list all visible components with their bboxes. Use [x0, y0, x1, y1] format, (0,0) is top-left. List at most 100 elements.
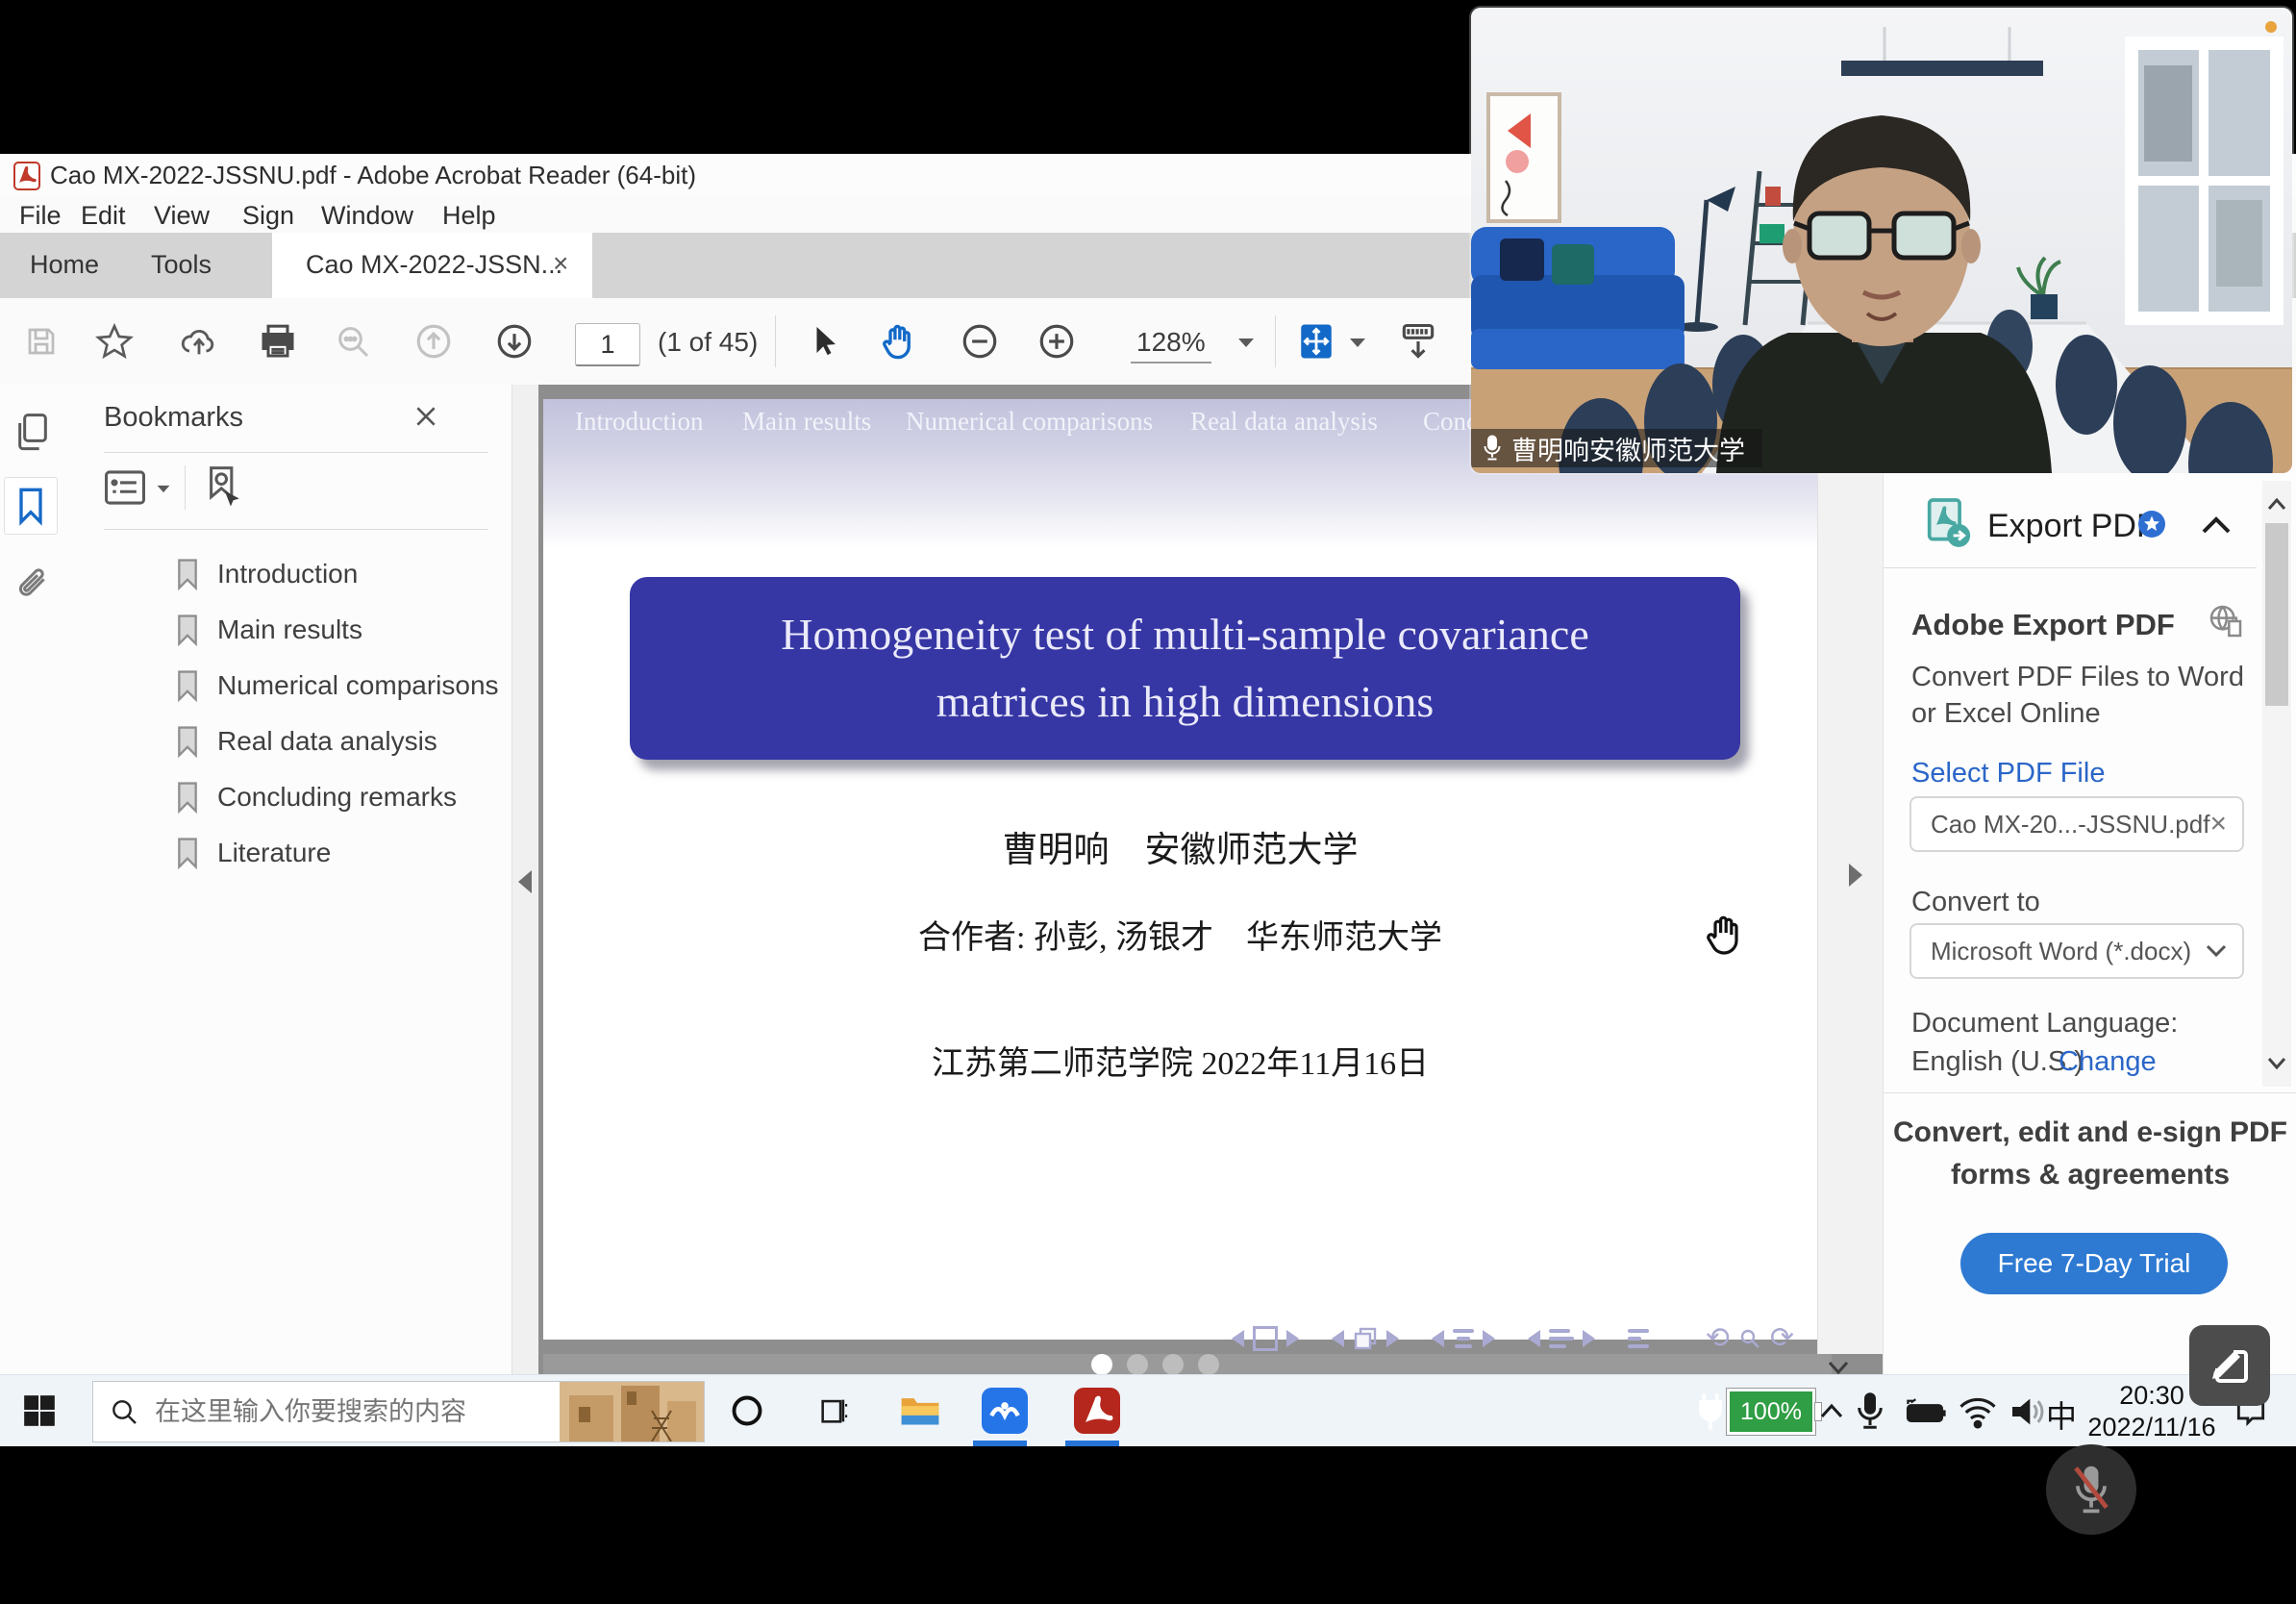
- bookmark-item[interactable]: Real data analysis: [175, 717, 437, 765]
- beamer-prev-section-icon[interactable]: [1432, 1330, 1444, 1347]
- beamer-back-icon[interactable]: ⟲: [1706, 1325, 1730, 1352]
- beamer-next-doc-icon[interactable]: [1583, 1330, 1595, 1347]
- collapse-left-panel-icon[interactable]: [518, 870, 532, 893]
- ime-indicator[interactable]: 中: [2046, 1392, 2077, 1437]
- slide-nav-main-results[interactable]: Main results: [742, 407, 871, 437]
- expand-right-panel-icon[interactable]: [1849, 864, 1862, 887]
- zoom-out-icon[interactable]: [956, 317, 1004, 365]
- mute-button[interactable]: [2046, 1444, 2136, 1535]
- format-select[interactable]: Microsoft Word (*.docx): [1909, 923, 2244, 979]
- menu-help[interactable]: Help: [442, 201, 496, 231]
- slide-nav-introduction[interactable]: Introduction: [575, 407, 703, 437]
- page-dot[interactable]: [1198, 1354, 1219, 1375]
- meeting-app-button[interactable]: [977, 1383, 1033, 1439]
- beamer-forward-icon[interactable]: ⟳: [1770, 1325, 1794, 1352]
- bookmarks-panel-active-tile[interactable]: [4, 477, 58, 535]
- bookmark-item[interactable]: Numerical comparisons: [175, 662, 499, 710]
- bookmark-item[interactable]: Introduction: [175, 550, 358, 598]
- beamer-next-frame-icon[interactable]: [1286, 1330, 1299, 1347]
- beamer-pages-icon[interactable]: [1353, 1326, 1378, 1351]
- webcam-video[interactable]: 曹明响安徽师范大学: [1471, 8, 2292, 473]
- page-count-label: (1 of 45): [658, 327, 758, 358]
- attachments-icon[interactable]: [13, 565, 52, 611]
- tray-wifi-icon[interactable]: [1958, 1394, 1998, 1429]
- menu-window[interactable]: Window: [321, 201, 413, 231]
- zoom-dropdown-caret-icon[interactable]: [1238, 338, 1254, 347]
- goto-current-bookmark-icon[interactable]: [206, 465, 240, 514]
- hide-toolbar-icon[interactable]: [1394, 317, 1442, 365]
- panel-scrollbar-track[interactable]: [2262, 481, 2291, 1087]
- tab-tools[interactable]: Tools: [151, 250, 212, 280]
- tray-battery-icon[interactable]: [1902, 1396, 1948, 1427]
- page-thumbnails-icon[interactable]: [13, 412, 52, 459]
- save-icon[interactable]: [17, 317, 65, 365]
- share-upload-icon[interactable]: [175, 317, 223, 365]
- select-tool-icon[interactable]: [800, 317, 848, 365]
- beamer-appendix-icon[interactable]: [1628, 1329, 1649, 1348]
- fit-page-icon[interactable]: [1292, 317, 1340, 365]
- bookmark-item[interactable]: Concluding remarks: [175, 773, 457, 821]
- page-dot[interactable]: [1127, 1354, 1148, 1375]
- panel-scrollbar-thumb[interactable]: [2265, 523, 2288, 706]
- previous-page-icon[interactable]: [410, 317, 458, 365]
- tray-expand-icon[interactable]: [1815, 1400, 1848, 1421]
- tab-document[interactable]: Cao MX-2022-JSSN... ×: [272, 233, 592, 298]
- bookmark-item[interactable]: Main results: [175, 606, 362, 654]
- beamer-prev-doc-icon[interactable]: [1528, 1330, 1540, 1347]
- taskbar-search-box[interactable]: [92, 1381, 705, 1442]
- slide-nav-real-data[interactable]: Real data analysis: [1190, 407, 1378, 437]
- document-vertical-scrollbar[interactable]: [1817, 385, 1884, 1354]
- tab-close-icon[interactable]: ×: [553, 248, 568, 279]
- bookmarks-close-icon[interactable]: [413, 404, 438, 429]
- free-trial-button[interactable]: Free 7-Day Trial: [1960, 1233, 2228, 1294]
- next-page-icon[interactable]: [490, 317, 538, 365]
- search-icon[interactable]: [329, 317, 377, 365]
- beamer-next-section-icon[interactable]: [1483, 1330, 1495, 1347]
- beamer-prev-frame-icon[interactable]: [1232, 1330, 1244, 1347]
- battery-widget[interactable]: 100%: [1694, 1389, 1821, 1435]
- page-number-input[interactable]: [575, 323, 640, 366]
- page-dot[interactable]: [1162, 1354, 1184, 1375]
- taskbar-search-input[interactable]: [153, 1396, 560, 1428]
- horizontal-scrollbar[interactable]: [543, 1354, 1832, 1374]
- tray-mic-icon[interactable]: [1856, 1389, 1884, 1433]
- select-pdf-file-link[interactable]: Select PDF File: [1911, 758, 2105, 789]
- acrobat-button[interactable]: [1069, 1383, 1125, 1439]
- bookmark-options-caret-icon[interactable]: [158, 486, 170, 492]
- change-language-link[interactable]: Change: [2059, 1046, 2157, 1078]
- tray-volume-icon[interactable]: [2008, 1394, 2046, 1429]
- search-highlight-image[interactable]: [560, 1382, 704, 1441]
- file-explorer-button[interactable]: [892, 1383, 948, 1439]
- bookmark-item[interactable]: Literature: [175, 829, 331, 877]
- star-icon[interactable]: [90, 317, 138, 365]
- print-icon[interactable]: [254, 317, 302, 365]
- task-view-button[interactable]: [806, 1383, 861, 1439]
- beamer-section-icon[interactable]: [1453, 1329, 1474, 1348]
- fit-dropdown-caret-icon[interactable]: [1350, 338, 1365, 347]
- cortana-button[interactable]: [719, 1383, 775, 1439]
- panel-divider[interactable]: [512, 385, 539, 1374]
- hand-tool-icon[interactable]: [873, 317, 921, 365]
- slide-nav-numerical[interactable]: Numerical comparisons: [906, 407, 1153, 437]
- fill-sign-widget[interactable]: [2189, 1325, 2270, 1406]
- menu-view[interactable]: View: [154, 201, 210, 231]
- export-star-badge-icon[interactable]: [2137, 510, 2166, 539]
- panel-scroll-up-icon[interactable]: [2266, 496, 2287, 512]
- beamer-search-icon[interactable]: [1738, 1327, 1761, 1350]
- remove-file-icon[interactable]: ×: [2209, 808, 2227, 840]
- beamer-doc-icon[interactable]: [1549, 1329, 1574, 1348]
- menu-edit[interactable]: Edit: [81, 201, 126, 231]
- tab-home[interactable]: Home: [30, 250, 99, 280]
- panel-scroll-down-icon[interactable]: [2266, 1056, 2287, 1071]
- zoom-level-value[interactable]: 128%: [1131, 327, 1211, 363]
- beamer-frame-icon[interactable]: [1253, 1326, 1278, 1351]
- beamer-next-subsection-icon[interactable]: [1386, 1330, 1399, 1347]
- page-dot-active[interactable]: [1091, 1354, 1112, 1375]
- collapse-panel-chevron-icon[interactable]: [2199, 514, 2234, 537]
- start-button[interactable]: [12, 1383, 67, 1439]
- bookmark-options-icon[interactable]: [104, 469, 146, 511]
- menu-file[interactable]: File: [19, 201, 62, 231]
- zoom-in-icon[interactable]: [1033, 317, 1081, 365]
- beamer-prev-subsection-icon[interactable]: [1332, 1330, 1344, 1347]
- menu-sign[interactable]: Sign: [242, 201, 294, 231]
